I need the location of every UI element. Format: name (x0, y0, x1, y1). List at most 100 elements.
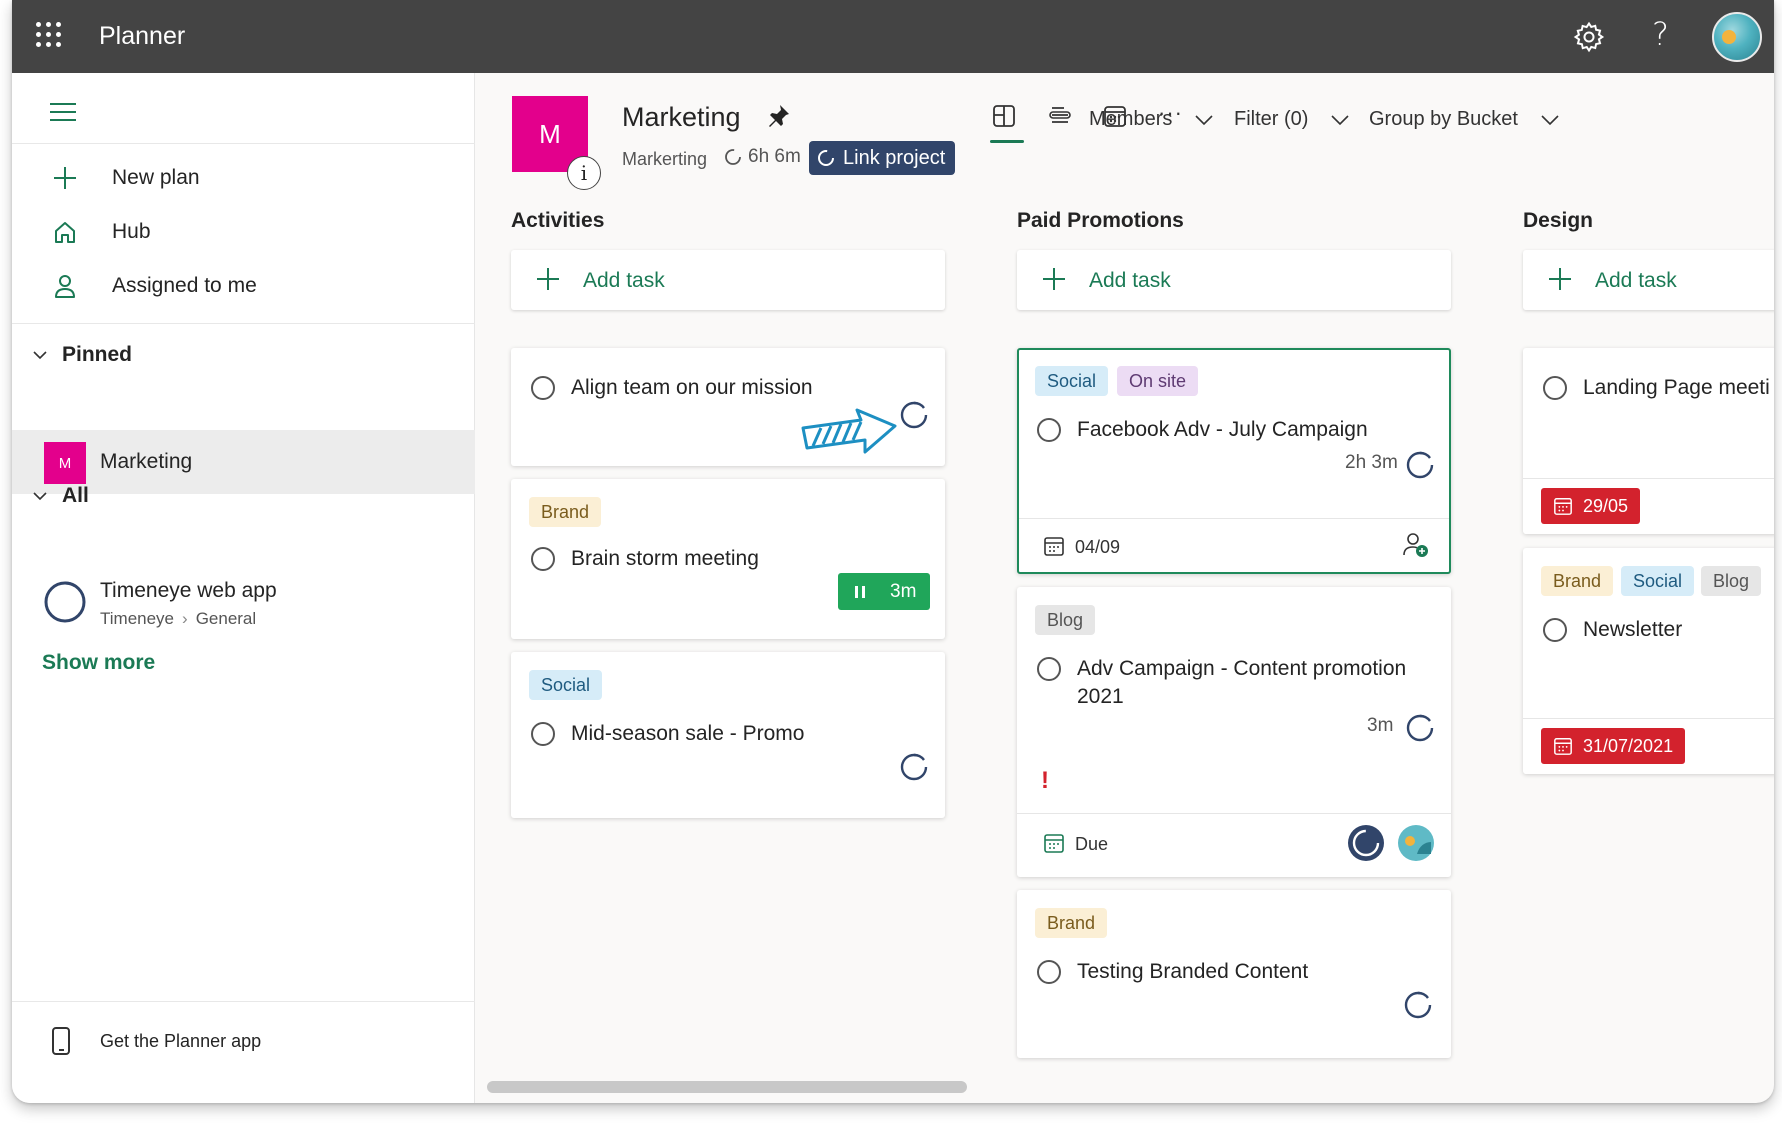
group-by-dropdown[interactable]: Group by Bucket (1369, 108, 1560, 131)
label-on-site: On site (1117, 366, 1199, 396)
add-task-button[interactable]: Add task (1017, 250, 1451, 310)
bucket-title-paid-promotions[interactable]: Paid Promotions (1017, 209, 1184, 233)
timeneye-assignee-avatar[interactable] (1347, 824, 1385, 862)
calendar-icon (1554, 498, 1572, 515)
label-brand: Brand (1035, 908, 1108, 938)
sidebar-item-hub[interactable]: Hub (12, 207, 475, 257)
task-card[interactable]: Align team on our mission (511, 348, 945, 466)
overdue-date-chip[interactable]: 31/07/2021 (1541, 728, 1686, 764)
tracked-time: 3m (1367, 715, 1394, 736)
time-tracker-icon[interactable] (899, 752, 929, 782)
task-complete-checkbox[interactable] (531, 722, 555, 746)
plan-title[interactable]: Marketing (622, 102, 741, 133)
card-divider (1523, 478, 1774, 479)
plus-icon (54, 167, 76, 189)
add-task-button[interactable]: Add task (1523, 250, 1774, 310)
link-project-button[interactable]: Link project (809, 141, 956, 175)
task-card[interactable]: Blog Adv Campaign - Content promotion 20… (1017, 587, 1451, 877)
user-assignee-avatar[interactable] (1397, 824, 1435, 862)
info-icon[interactable]: i (567, 156, 601, 190)
task-title: Newsletter (1583, 618, 1683, 641)
project-breadcrumb: Timeneye › General (100, 609, 256, 629)
board-view-icon[interactable] (990, 102, 1018, 130)
board-horizontal-scrollbar[interactable] (475, 1077, 1774, 1097)
members-dropdown[interactable]: Members (1089, 108, 1214, 131)
get-planner-app-link[interactable]: Get the Planner app (12, 1011, 475, 1071)
task-complete-checkbox[interactable] (531, 547, 555, 571)
calendar-icon (1044, 834, 1064, 853)
settings-gear-icon[interactable] (1572, 20, 1606, 54)
due-date: Due (1075, 834, 1109, 854)
running-timer-button[interactable]: 3m (838, 573, 930, 610)
user-avatar[interactable] (1712, 12, 1762, 62)
bucket-title-design[interactable]: Design (1523, 209, 1593, 233)
person-icon (55, 275, 75, 298)
top-bar: Planner ? (12, 0, 1774, 73)
label-brand: Brand (529, 497, 602, 527)
breadcrumb-chevron-icon: › (182, 609, 188, 628)
label-social: Social (529, 670, 603, 700)
sidebar-item-label: Hub (112, 220, 151, 243)
chevron-down-icon (1195, 114, 1213, 125)
app-launcher-icon[interactable] (36, 22, 62, 48)
sidebar-item-timeneye-web-app[interactable]: Timeneye web app Timeneye › General (12, 573, 475, 637)
add-task-label: Add task (1089, 269, 1171, 292)
show-more-link[interactable]: Show more (42, 651, 155, 675)
task-title: Mid-season sale - Promo (571, 722, 805, 745)
time-tracker-icon[interactable] (1405, 713, 1435, 743)
sidebar-item-new-plan[interactable]: New plan (12, 153, 475, 203)
pin-icon[interactable] (764, 102, 792, 130)
add-task-button[interactable]: Add task (511, 250, 945, 310)
label-blog: Blog (1701, 566, 1762, 596)
task-card[interactable]: Brand Testing Branded Content (1017, 890, 1451, 1058)
calendar-icon (1554, 738, 1572, 755)
hamburger-menu-icon[interactable] (50, 103, 76, 123)
chevron-down-icon (33, 492, 47, 501)
pointer-arrow-icon (801, 408, 897, 454)
planner-window: Planner ? New plan Hub Assigned to me Pi… (12, 0, 1774, 1103)
overdue-date-chip[interactable]: 29/05 (1541, 488, 1641, 524)
task-card[interactable]: Brand Social Blog Newsletter 31/07/2021 (1523, 548, 1774, 774)
list-view-icon[interactable] (1046, 102, 1074, 130)
plan-group-name: Markerting (622, 149, 708, 169)
help-icon[interactable]: ? (1652, 15, 1669, 53)
sidebar-item-label: Marketing (100, 450, 193, 473)
get-app-label: Get the Planner app (100, 1031, 262, 1051)
filter-label: Filter (0) (1234, 108, 1309, 130)
breadcrumb-folder: General (195, 609, 257, 628)
task-card[interactable]: Social Mid-season sale - Promo (511, 652, 945, 818)
task-complete-checkbox[interactable] (1037, 418, 1061, 442)
timeneye-logo-icon (44, 581, 86, 623)
task-card-selected[interactable]: Social On site Facebook Adv - July Campa… (1017, 348, 1451, 574)
plus-icon (1549, 268, 1571, 290)
chevron-down-icon (1541, 114, 1559, 125)
app-title: Planner (99, 22, 186, 50)
sidebar-item-label: New plan (112, 166, 200, 189)
task-complete-checkbox[interactable] (1543, 376, 1567, 400)
card-divider (1019, 518, 1449, 519)
sidebar-item-assigned-to-me[interactable]: Assigned to me (12, 261, 475, 311)
task-complete-checkbox[interactable] (1037, 960, 1061, 984)
task-complete-checkbox[interactable] (1543, 618, 1567, 642)
add-task-label: Add task (583, 269, 665, 292)
bucket-title-activities[interactable]: Activities (511, 209, 604, 233)
task-card[interactable]: Landing Page meeti 29/05 (1523, 348, 1774, 534)
all-section-label: All (62, 484, 89, 507)
task-complete-checkbox[interactable] (1037, 657, 1061, 681)
assign-person-icon[interactable] (1401, 530, 1431, 560)
task-title: Facebook Adv - July Campaign (1077, 418, 1368, 441)
filter-dropdown[interactable]: Filter (0) (1234, 108, 1350, 131)
calendar-icon (1044, 537, 1064, 556)
pinned-section-header[interactable]: Pinned (12, 335, 475, 375)
time-tracker-icon[interactable] (899, 400, 929, 430)
active-view-indicator (990, 140, 1024, 143)
task-card[interactable]: Brand Brain storm meeting 3m (511, 479, 945, 639)
time-tracker-icon[interactable] (1403, 990, 1433, 1020)
time-tracker-icon[interactable] (1405, 450, 1435, 480)
task-title: Align team on our mission (571, 376, 813, 399)
task-complete-checkbox[interactable] (531, 376, 555, 400)
scrollbar-thumb[interactable] (487, 1081, 967, 1093)
sidebar-divider (12, 1001, 475, 1002)
all-section-header[interactable]: All (12, 476, 475, 516)
project-title: Timeneye web app (100, 579, 277, 602)
